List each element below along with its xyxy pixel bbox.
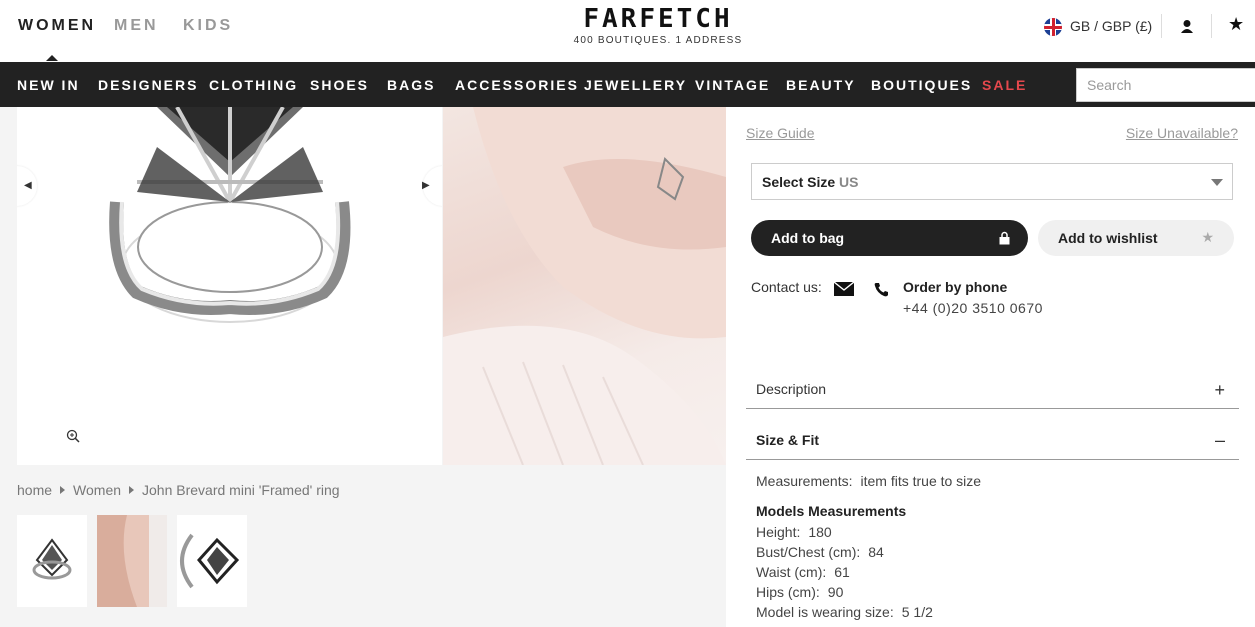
gender-tab-women[interactable]: WOMEN [18,17,96,61]
measurement-value: 180 [808,524,832,540]
chevron-right-icon [60,486,66,494]
currency-selector[interactable]: GB / GBP (£) [1070,18,1152,34]
nav-beauty[interactable]: BEAUTY [786,77,856,93]
add-to-bag-button[interactable]: Add to bag [751,220,1028,256]
product-image-main[interactable]: ◀ ▶ [17,107,442,465]
measurements-value: item fits true to size [860,473,982,489]
gender-tab-kids[interactable]: KIDS [183,17,233,35]
main-nav: NEW IN DESIGNERS CLOTHING SHOES BAGS ACC… [0,62,1255,107]
contact-label: Contact us: [751,279,822,295]
measurement-value: 61 [834,564,850,580]
description-accordion[interactable]: Description + [746,369,1239,409]
phone-number[interactable]: +44 (0)20 3510 0670 [903,300,1043,316]
measurement-label: Hips (cm): [756,584,820,600]
measurement-value: 90 [827,584,844,600]
breadcrumb-women[interactable]: Women [73,482,121,498]
product-image-model[interactable] [443,107,726,465]
measurement-label: Model is wearing size: [756,604,894,620]
size-unavailable-link[interactable]: Size Unavailable? [1126,125,1238,141]
size-select[interactable]: Select Size US [751,163,1233,200]
logo-wordmark: FARFETCH [583,4,733,34]
measurement-label: Waist (cm): [756,564,827,580]
bag-icon [999,231,1010,245]
thumbnail-1[interactable] [17,515,87,607]
search-input[interactable] [1076,68,1255,102]
order-by-phone-label: Order by phone [903,279,1008,295]
divider [1211,14,1212,38]
minus-icon: – [1214,430,1225,450]
nav-vintage[interactable]: VINTAGE [695,77,770,93]
thumbnail-2[interactable] [97,515,167,607]
measurement-height: Height: 180 [756,524,832,540]
breadcrumb-current: John Brevard mini 'Framed' ring [142,482,340,498]
nav-new-in[interactable]: NEW IN [17,77,80,93]
description-label: Description [756,381,827,397]
logo-tagline: 400 BOUTIQUES. 1 ADDRESS [573,35,743,46]
chevron-right-icon [129,486,135,494]
size-fit-accordion[interactable]: Size & Fit – [746,420,1239,460]
nav-designers[interactable]: DESIGNERS [98,77,198,93]
nav-clothing[interactable]: CLOTHING [209,77,298,93]
uk-flag-icon [1044,18,1062,36]
top-bar: WOMEN MEN KIDS FARFETCH 400 BOUTIQUES. 1… [0,0,1255,62]
breadcrumb: home Women John Brevard mini 'Framed' ring [17,482,340,498]
measurement-label: Bust/Chest (cm): [756,544,861,560]
phone-icon[interactable] [874,282,888,297]
farfetch-logo[interactable]: FARFETCH 400 BOUTIQUES. 1 ADDRESS [573,4,743,46]
nav-jewellery[interactable]: JEWELLERY [584,77,687,93]
product-gallery: ◀ ▶ home Women John Brevard mini 'Framed' … [0,107,726,627]
add-to-bag-label: Add to bag [771,230,845,246]
size-guide-link[interactable]: Size Guide [746,125,814,141]
product-details-panel: Size Guide Size Unavailable? Select Size… [726,107,1255,627]
measurement-waist: Waist (cm): 61 [756,564,850,580]
star-icon[interactable]: ★ [1228,14,1244,35]
measurement-bust: Bust/Chest (cm): 84 [756,544,884,560]
size-fit-label: Size & Fit [756,432,820,448]
mail-icon[interactable] [834,282,854,296]
nav-accessories[interactable]: ACCESSORIES [455,77,579,93]
star-icon: ★ [1201,229,1214,245]
gender-tab-men[interactable]: MEN [114,17,159,35]
add-to-wishlist-button[interactable]: Add to wishlist ★ [1038,220,1234,256]
user-icon[interactable] [1180,19,1194,35]
measurements-label: Measurements: [756,473,853,489]
chevron-down-icon [1211,179,1223,186]
nav-sale[interactable]: SALE [982,77,1027,93]
zoom-icon[interactable] [66,429,80,443]
measurement-value: 84 [868,544,884,560]
divider [1161,14,1162,38]
measurement-value: 5 1/2 [901,604,933,620]
measurement-label: Height: [756,524,801,540]
ring-illustration [109,107,351,323]
measurement-model-size: Model is wearing size: 5 1/2 [756,604,933,620]
size-unit: US [839,174,859,190]
models-measurements-title: Models Measurements [756,503,907,519]
size-select-label: Select Size US [762,174,859,190]
nav-bags[interactable]: BAGS [387,77,435,93]
thumbnail-3[interactable] [177,515,247,607]
add-to-wishlist-label: Add to wishlist [1058,230,1158,246]
measurements-row: Measurements: item fits true to size [756,473,981,489]
nav-shoes[interactable]: SHOES [310,77,369,93]
plus-icon: + [1214,380,1225,400]
measurement-hips: Hips (cm): 90 [756,584,843,600]
breadcrumb-home[interactable]: home [17,482,52,498]
nav-boutiques[interactable]: BOUTIQUES [871,77,972,93]
model-hand-illustration [443,107,726,465]
